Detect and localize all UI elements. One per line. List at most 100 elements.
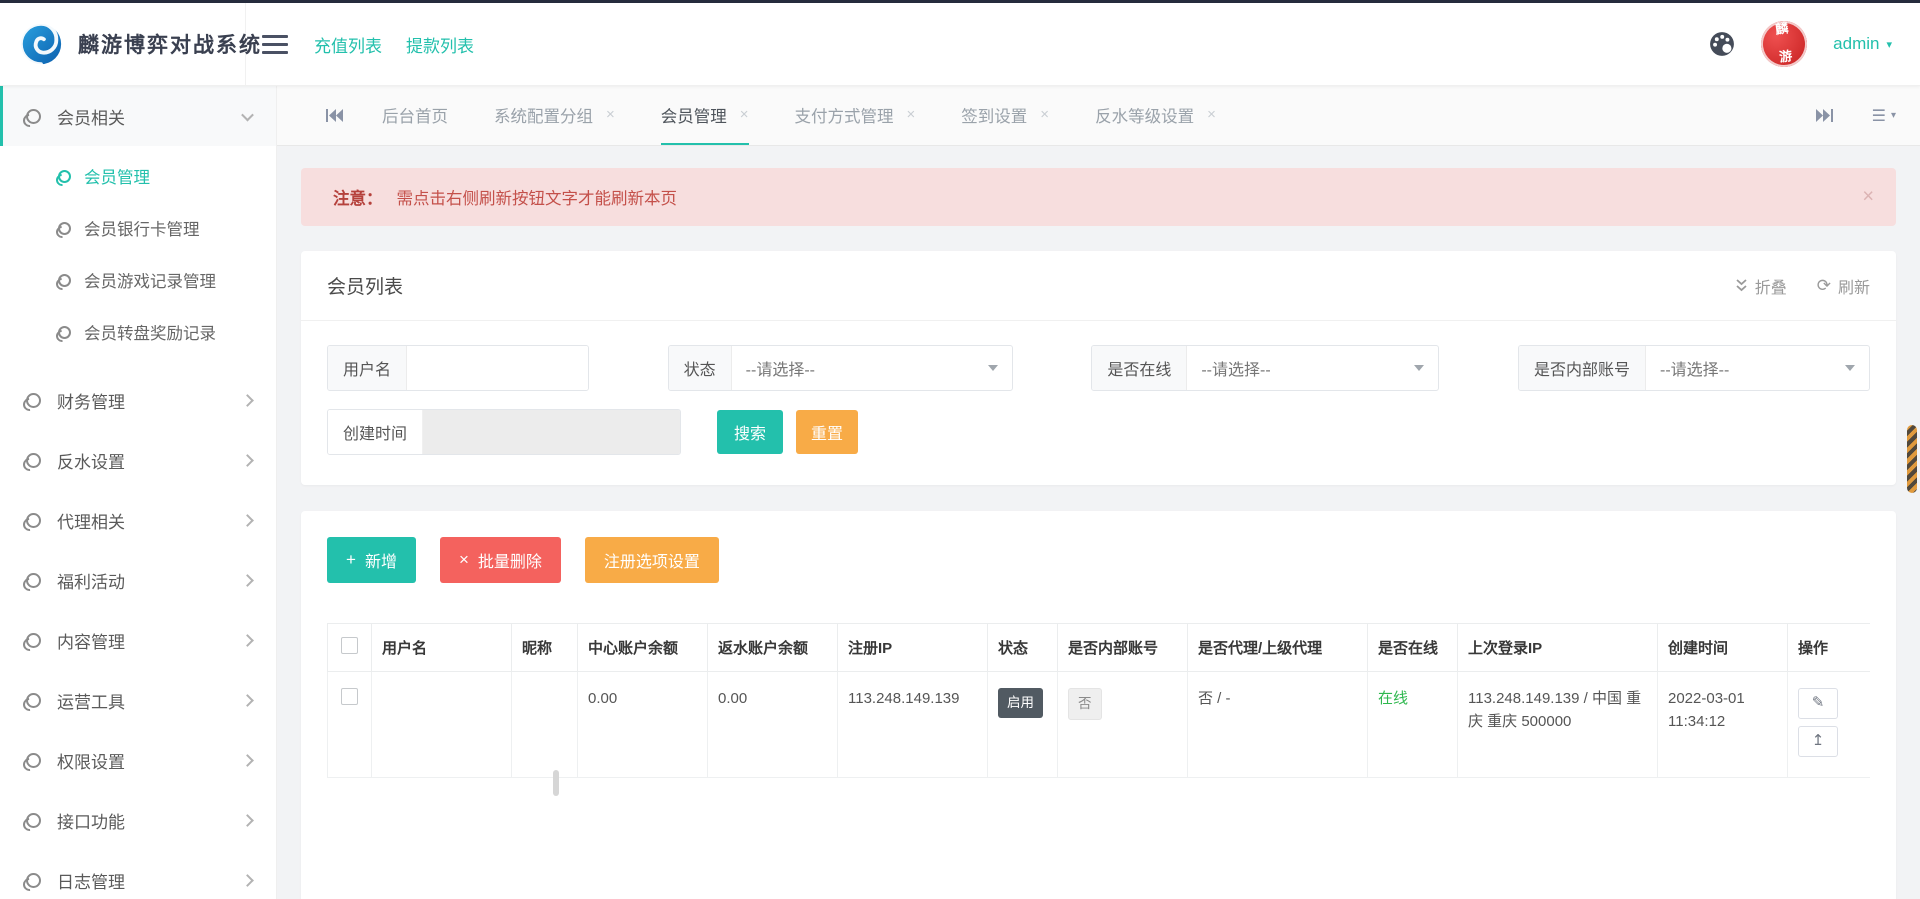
tab-bar: 后台首页 系统配置分组 × 会员管理 × 支付方式管理 ×	[277, 86, 1920, 146]
chevron-down-icon	[1845, 365, 1855, 371]
online-group: 是否在线 --请选择--	[1091, 345, 1439, 391]
member-table: 用户名 昵称 中心账户余额 返水账户余额 注册IP 状态 是否内部账号 是否代理…	[327, 623, 1870, 778]
chevron-right-icon	[241, 634, 254, 647]
chevron-right-icon	[241, 394, 254, 407]
chevron-right-icon	[241, 694, 254, 707]
cell-created: 2022-03-01 11:34:12	[1658, 672, 1788, 778]
header-right: 麟游 admin ▾	[1709, 21, 1920, 67]
edit-button[interactable]: ✎	[1798, 688, 1838, 719]
internal-account-group: 是否内部账号 --请选择--	[1518, 345, 1870, 391]
sidebar-group-agent-related[interactable]: 代理相关	[0, 490, 276, 550]
circle-icon	[58, 274, 71, 287]
row-operations: ✎ ↥	[1798, 688, 1870, 757]
pencil-icon: ✎	[1812, 692, 1825, 715]
app-title: 麟游博弈对战系统	[78, 29, 262, 59]
chevron-right-icon	[241, 814, 254, 827]
add-button[interactable]: + 新增	[327, 537, 416, 583]
sidebar-toggle-icon[interactable]	[262, 35, 288, 54]
chevron-right-icon	[241, 514, 254, 527]
panel-title: 会员列表	[327, 272, 403, 299]
tab-payment-method[interactable]: 支付方式管理 ×	[795, 86, 916, 145]
theme-palette-icon[interactable]	[1709, 31, 1735, 57]
tabs-scroll-start-icon[interactable]	[325, 108, 344, 123]
notice-text: 需点击右侧刷新按钮文字才能刷新本页	[397, 185, 678, 209]
search-form: 用户名 状态 --请选择-- 是否在线	[301, 321, 1896, 485]
sidebar-group-api-functions[interactable]: 接口功能	[0, 790, 276, 850]
cross-icon: ×	[459, 550, 469, 570]
status-label: 状态	[669, 346, 732, 390]
tab-checkin-settings[interactable]: 签到设置 ×	[961, 86, 1049, 145]
sidebar-group-member-related[interactable]: 会员相关	[0, 86, 276, 146]
member-list-panel: 会员列表 折叠 ⟳ 刷新	[301, 251, 1896, 485]
col-username: 用户名	[372, 624, 512, 672]
user-menu[interactable]: admin ▾	[1833, 34, 1892, 54]
sidebar-item-member-manage[interactable]: 会员管理	[0, 150, 276, 202]
chevron-down-icon	[1414, 365, 1424, 371]
brand-logo-icon	[18, 21, 64, 67]
tab-system-config-group[interactable]: 系统配置分组 ×	[494, 86, 615, 145]
sidebar-group-finance[interactable]: 财务管理	[0, 370, 276, 430]
circle-icon	[58, 170, 71, 183]
chevron-right-icon	[241, 754, 254, 767]
row-checkbox[interactable]	[341, 688, 358, 705]
status-select[interactable]: --请选择--	[732, 346, 1012, 390]
created-time-input[interactable]	[423, 410, 680, 454]
reset-button[interactable]: 重置	[796, 410, 858, 454]
sidebar-group-welfare-activities[interactable]: 福利活动	[0, 550, 276, 610]
col-rebate-balance: 返水账户余额	[708, 624, 838, 672]
status-badge[interactable]: 启用	[998, 688, 1043, 718]
username-input[interactable]	[407, 346, 588, 390]
tab-dashboard[interactable]: 后台首页	[382, 86, 448, 145]
totop-button[interactable]: ↥	[1798, 726, 1838, 757]
cell-last-login-ip: 113.248.149.139 / 中国 重庆 重庆 500000	[1458, 672, 1658, 778]
tab-member-manage[interactable]: 会员管理 ×	[661, 86, 749, 145]
user-avatar[interactable]: 麟游	[1758, 18, 1810, 70]
sidebar-group-operation-tools[interactable]: 运营工具	[0, 670, 276, 730]
sidebar-item-member-wheel-rewards[interactable]: 会员转盘奖励记录	[0, 306, 276, 358]
sidebar-item-member-game-records[interactable]: 会员游戏记录管理	[0, 254, 276, 306]
close-icon[interactable]: ×	[1040, 106, 1049, 123]
created-time-group: 创建时间	[327, 409, 681, 455]
vertical-scrollbar-thumb[interactable]	[1907, 425, 1917, 493]
col-nickname: 昵称	[512, 624, 578, 672]
col-register-ip: 注册IP	[838, 624, 988, 672]
horizontal-scrollbar-thumb[interactable]	[553, 770, 559, 796]
online-status: 在线	[1378, 690, 1408, 707]
username: admin	[1833, 34, 1879, 54]
register-options-button[interactable]: 注册选项设置	[585, 537, 719, 583]
chevron-right-icon	[241, 454, 254, 467]
notice-banner: 注意： 需点击右侧刷新按钮文字才能刷新本页 ×	[301, 168, 1896, 226]
sidebar-group-content-manage[interactable]: 内容管理	[0, 610, 276, 670]
panel-tools: 折叠 ⟳ 刷新	[1735, 274, 1870, 298]
arrow-up-bar-icon: ↥	[1812, 730, 1825, 753]
search-button[interactable]: 搜索	[717, 410, 783, 454]
close-icon[interactable]: ×	[740, 106, 749, 123]
tab-rebate-level-settings[interactable]: 反水等级设置 ×	[1095, 86, 1216, 145]
sidebar-item-member-bank-card[interactable]: 会员银行卡管理	[0, 202, 276, 254]
batch-delete-button[interactable]: × 批量删除	[440, 537, 561, 583]
page: 麟游博弈对战系统 充值列表 提款列表 麟游 admin ▾	[0, 0, 1920, 899]
nav-withdraw-list[interactable]: 提款列表	[406, 32, 474, 57]
select-all-checkbox[interactable]	[341, 637, 358, 654]
nav-recharge-list[interactable]: 充值列表	[314, 32, 382, 57]
close-icon[interactable]: ×	[907, 106, 916, 123]
sidebar-group-log-manage[interactable]: 日志管理	[0, 850, 276, 899]
sidebar-group-rebate-settings[interactable]: 反水设置	[0, 430, 276, 490]
internal-account-select[interactable]: --请选择--	[1646, 346, 1869, 390]
circle-icon	[26, 109, 41, 124]
double-chevron-down-icon	[1735, 279, 1748, 293]
collapse-button[interactable]: 折叠	[1735, 274, 1787, 298]
notice-label: 注意：	[333, 185, 383, 209]
close-icon[interactable]: ×	[606, 106, 615, 123]
refresh-button[interactable]: ⟳ 刷新	[1817, 274, 1870, 298]
sidebar-group-permission-settings[interactable]: 权限设置	[0, 730, 276, 790]
cell-username	[372, 672, 512, 778]
close-icon[interactable]: ×	[1862, 186, 1874, 209]
online-label: 是否在线	[1092, 346, 1187, 390]
circle-icon	[26, 813, 41, 828]
close-icon[interactable]: ×	[1207, 106, 1216, 123]
tabs-scroll-end-icon[interactable]	[1815, 86, 1834, 145]
circle-icon	[58, 222, 71, 235]
tabs-menu-icon[interactable]: ☰▾	[1872, 86, 1896, 145]
online-select[interactable]: --请选择--	[1187, 346, 1438, 390]
